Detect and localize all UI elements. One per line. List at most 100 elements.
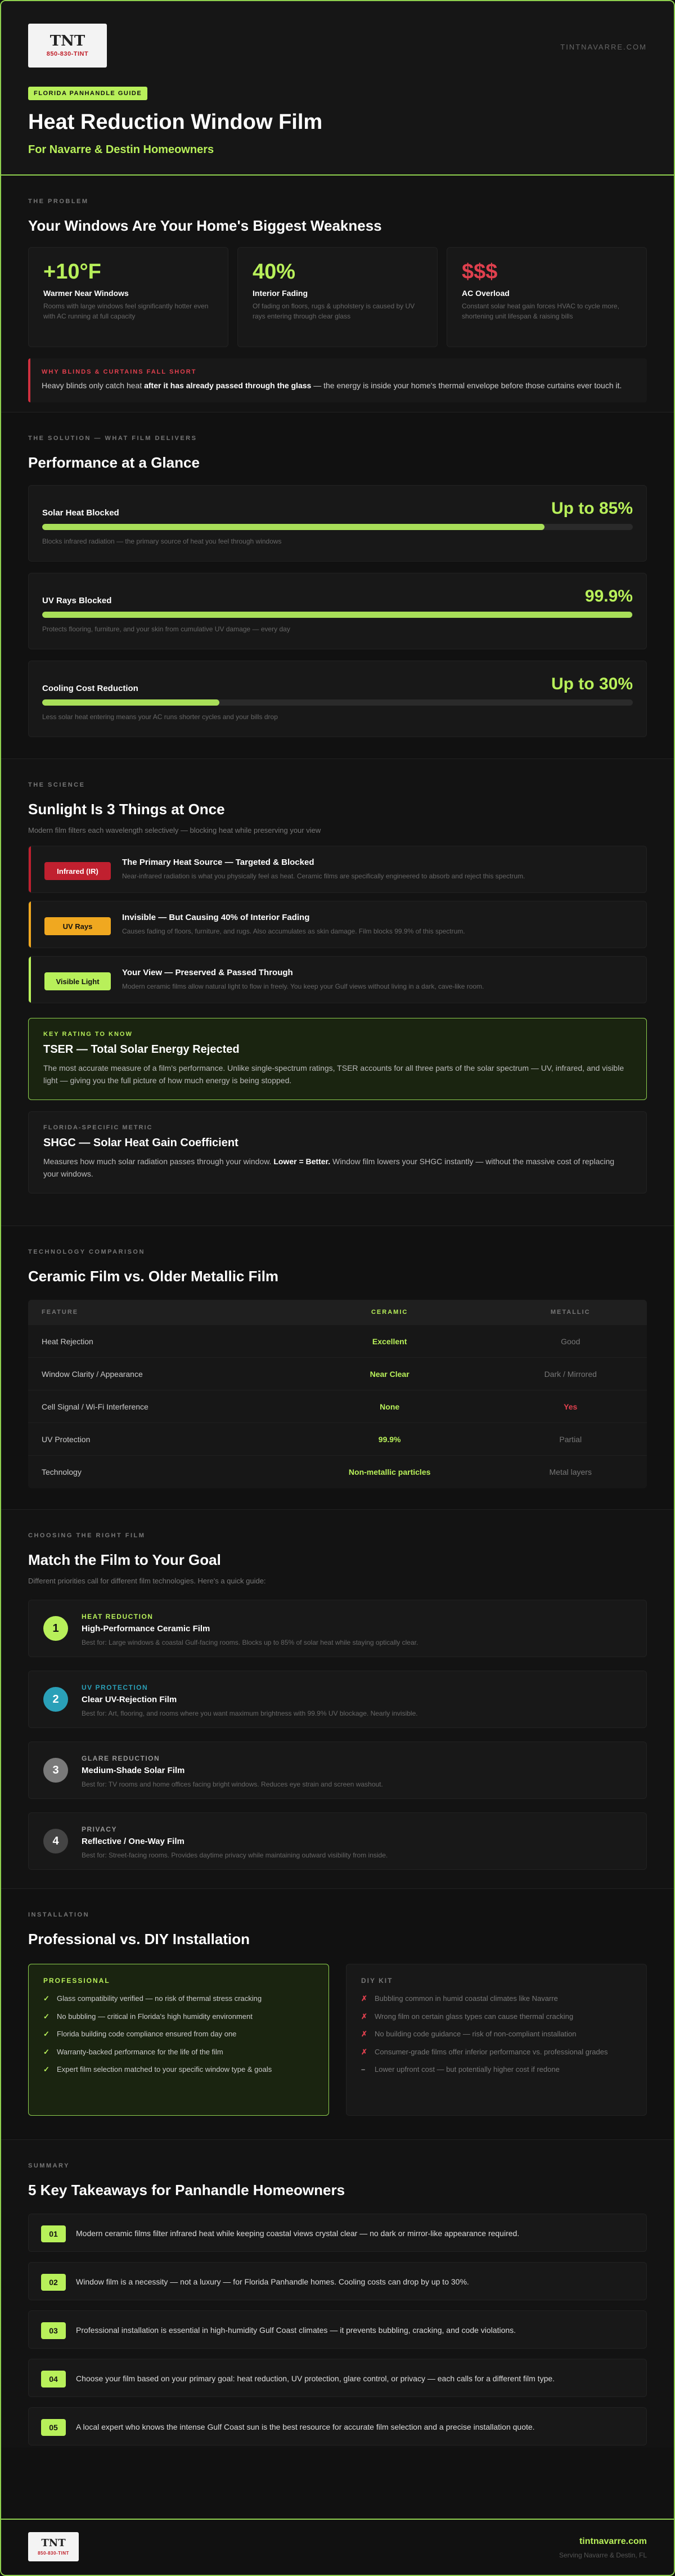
stat-text: Of fading on floors, rugs & upholstery i… (253, 302, 415, 320)
metric-eyebrow: FLORIDA-SPECIFIC METRIC (43, 1124, 153, 1131)
takeaway-item: 01 Modern ceramic films filter infrared h… (28, 2214, 647, 2252)
cell-feature: Cell Signal / Wi-Fi Interference (28, 1390, 285, 1423)
goal-card-heat: 1 HEAT REDUCTION High-Performance Cerami… (28, 1600, 647, 1657)
site-link[interactable]: TINTNAVARRE.COM (560, 43, 647, 51)
goal-title: Reflective / One-Way Film (82, 1837, 184, 1846)
column-label: DIY KIT (361, 1977, 393, 1985)
goal-title: High-Performance Ceramic Film (82, 1624, 210, 1633)
logo-phone: 850-830-TINT (38, 2550, 69, 2556)
metric-body: Measures how much solar radiation passes… (43, 1156, 615, 1179)
footer-logo[interactable]: TNT 850-830-TINT (28, 2532, 79, 2561)
science-section: THE SCIENCE Sunlight Is 3 Things at Once… (1, 759, 674, 1226)
spectrum-text: Causes fading of floors, furniture, and … (122, 927, 465, 935)
section-eyebrow: THE SOLUTION — WHAT FILM DELIVERS (28, 435, 197, 442)
goal-title: Clear UV-Rejection Film (82, 1695, 177, 1704)
performance-value: Up to 85% (551, 499, 633, 518)
footer-site-link[interactable]: tintnavarre.com (579, 2537, 647, 2547)
logo-phone: 850-830-TINT (46, 51, 89, 57)
performance-title: UV Rays Blocked (42, 596, 112, 605)
goal-category: UV PROTECTION (82, 1684, 148, 1691)
cross-icon: ✗ (361, 2012, 367, 2021)
stat-number: +10°F (43, 260, 101, 284)
cell-metallic: Good (494, 1325, 647, 1358)
cell-metallic: Dark / Mirrored (494, 1357, 647, 1390)
list-item: ✗ Bubbling common in humid coastal climat… (361, 1994, 558, 2003)
stat-title: AC Overload (462, 289, 510, 298)
progress-bar (42, 699, 633, 706)
cross-icon: ✗ (361, 2047, 367, 2056)
section-eyebrow: CHOOSING THE RIGHT FILM (28, 1532, 146, 1539)
goal-card-glare: 3 GLARE REDUCTION Medium-Shade Solar Fil… (28, 1742, 647, 1799)
spectrum-row-uv: UV Rays Invisible — But Causing 40% of I… (28, 901, 647, 948)
comparison-section: TECHNOLOGY COMPARISON Ceramic Film vs. O… (1, 1226, 674, 1509)
stat-row: +10°F Warmer Near Windows Rooms with lar… (28, 247, 647, 347)
professional-list: ✓ Glass compatibility verified — no risk … (43, 1994, 314, 2075)
list-item: ✗ No building code guidance — risk of non… (361, 2030, 577, 2039)
performance-note: Protects flooring, furniture, and your s… (42, 625, 290, 633)
column-label: PROFESSIONAL (43, 1977, 110, 1985)
cell-ceramic: None (285, 1390, 494, 1423)
page-title: Heat Reduction Window Film (28, 110, 323, 134)
spectrum-text: Near-infrared radiation is what you phys… (122, 872, 525, 880)
section-eyebrow: THE PROBLEM (28, 198, 89, 205)
progress-fill (42, 524, 544, 530)
performance-card: Cooling Cost Reduction Up to 30% Less so… (28, 661, 647, 737)
section-title: Performance at a Glance (28, 454, 200, 471)
cell-feature: UV Protection (28, 1422, 285, 1456)
cell-ceramic: Non-metallic particles (285, 1455, 494, 1488)
section-eyebrow: INSTALLATION (28, 1911, 90, 1918)
performance-card: UV Rays Blocked 99.9% Protects flooring,… (28, 573, 647, 649)
section-eyebrow: THE SCIENCE (28, 782, 86, 788)
spectrum-tag: UV Rays (44, 917, 111, 935)
spectrum-text: Modern ceramic films allow natural light… (122, 982, 484, 990)
callout-label: WHY BLINDS & CURTAINS FALL SHORT (42, 369, 197, 375)
goal-card-uv: 2 UV PROTECTION Clear UV-Rejection Film … (28, 1671, 647, 1728)
goal-category: HEAT REDUCTION (82, 1613, 154, 1621)
takeaway-item: 04 Choose your film based on your primary… (28, 2359, 647, 2397)
callout-text: Heavy blinds only catch heat after it ha… (42, 381, 622, 390)
takeaway-item: 05 A local expert who knows the intense G… (28, 2407, 647, 2445)
section-description: Different priorities call for different … (28, 1577, 266, 1585)
solution-section: THE SOLUTION — WHAT FILM DELIVERS Perfor… (1, 412, 674, 759)
goals-section: CHOOSING THE RIGHT FILM Match the Film t… (1, 1509, 674, 1888)
dash-icon: – (361, 2065, 366, 2074)
performance-value: Up to 30% (551, 675, 633, 693)
guide-badge: FLORIDA PANHANDLE GUIDE (28, 87, 148, 100)
goal-category: GLARE REDUCTION (82, 1754, 160, 1762)
performance-note: Less solar heat entering means your AC r… (42, 713, 278, 721)
shgc-card: FLORIDA-SPECIFIC METRIC SHGC — Solar Hea… (28, 1111, 647, 1193)
section-title: 5 Key Takeaways for Panhandle Homeowners (28, 2182, 345, 2198)
brand-logo[interactable]: TNT 850-830-TINT (28, 24, 107, 68)
performance-note: Blocks infrared radiation — the primary … (42, 537, 282, 545)
cell-metallic: Metal layers (494, 1455, 647, 1488)
goal-category: PRIVACY (82, 1825, 117, 1833)
takeaway-number: 04 (41, 2371, 66, 2387)
takeaway-text: Professional installation is essential i… (76, 2326, 516, 2335)
progress-fill (42, 612, 632, 618)
takeaway-number: 05 (41, 2419, 66, 2436)
check-icon: ✓ (43, 2012, 50, 2021)
section-title: Ceramic Film vs. Older Metallic Film (28, 1268, 279, 1285)
footer: TNT 850-830-TINT tintnavarre.com Serving… (1, 2519, 674, 2575)
progress-fill (42, 699, 219, 706)
takeaway-text: Choose your film based on your primary g… (76, 2374, 555, 2383)
list-item: ✓ Glass compatibility verified — no risk … (43, 1994, 262, 2003)
takeaway-number: 02 (41, 2274, 66, 2291)
takeaway-text: Modern ceramic films filter infrared hea… (76, 2229, 520, 2238)
column-header: FEATURE (28, 1300, 285, 1325)
stat-title: Warmer Near Windows (43, 289, 129, 298)
stat-text: Constant solar heat gain forces HVAC to … (462, 302, 619, 320)
installation-section: INSTALLATION Professional vs. DIY Instal… (1, 1888, 674, 2139)
takeaway-number: 03 (41, 2322, 66, 2339)
cross-icon: ✗ (361, 1994, 367, 2003)
summary-section: SUMMARY 5 Key Takeaways for Panhandle Ho… (1, 2139, 674, 2448)
stat-card: 40% Interior Fading Of fading on floors,… (237, 247, 438, 347)
goal-number: 1 (43, 1616, 68, 1641)
cell-ceramic: Excellent (285, 1325, 494, 1358)
metric-eyebrow: KEY RATING TO KNOW (43, 1031, 133, 1038)
progress-bar (42, 524, 633, 530)
cell-ceramic: 99.9% (285, 1422, 494, 1456)
goal-description: Best for: Large windows & coastal Gulf-f… (82, 1639, 418, 1646)
spectrum-tag: Visible Light (44, 972, 111, 990)
takeaway-number: 01 (41, 2225, 66, 2242)
